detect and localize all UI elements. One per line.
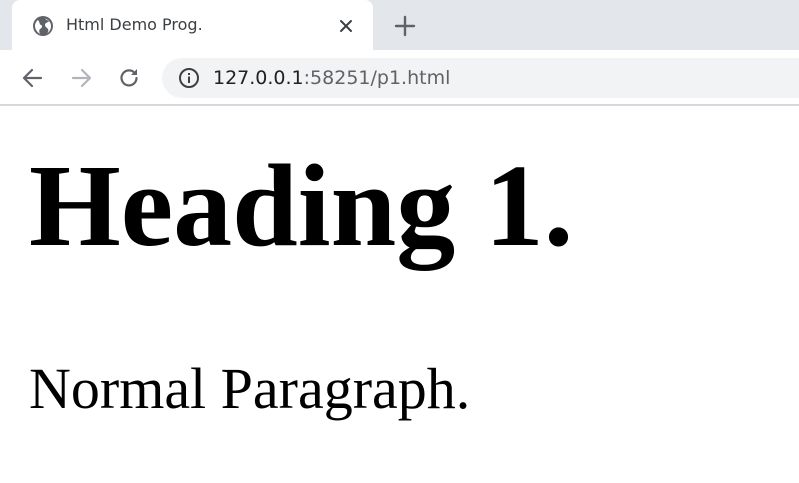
plus-icon[interactable]: [392, 13, 418, 39]
page-content: Heading 1. Normal Paragraph.: [0, 106, 799, 483]
browser-toolbar: 127.0.0.1:58251/p1.html: [0, 50, 799, 106]
back-arrow-icon[interactable]: [21, 66, 45, 90]
tab-strip: Html Demo Prog.: [0, 0, 799, 50]
url-text[interactable]: 127.0.0.1:58251/p1.html: [213, 66, 450, 90]
page-heading: Heading 1.: [29, 140, 574, 271]
info-icon[interactable]: [178, 67, 200, 89]
reload-icon[interactable]: [117, 66, 141, 90]
forward-arrow-icon[interactable]: [69, 66, 93, 90]
url-host: 127.0.0.1: [213, 67, 304, 89]
url-path: :58251/p1.html: [303, 67, 451, 89]
page-paragraph: Normal Paragraph.: [29, 356, 471, 421]
globe-icon: [32, 15, 54, 37]
browser-window: Html Demo Prog. 127.0.0.1:58251/p1.html …: [0, 0, 799, 483]
close-icon[interactable]: [336, 16, 356, 36]
tab-title: Html Demo Prog.: [66, 15, 203, 34]
address-bar[interactable]: 127.0.0.1:58251/p1.html: [162, 58, 799, 98]
tab-html-demo[interactable]: Html Demo Prog.: [12, 0, 373, 50]
